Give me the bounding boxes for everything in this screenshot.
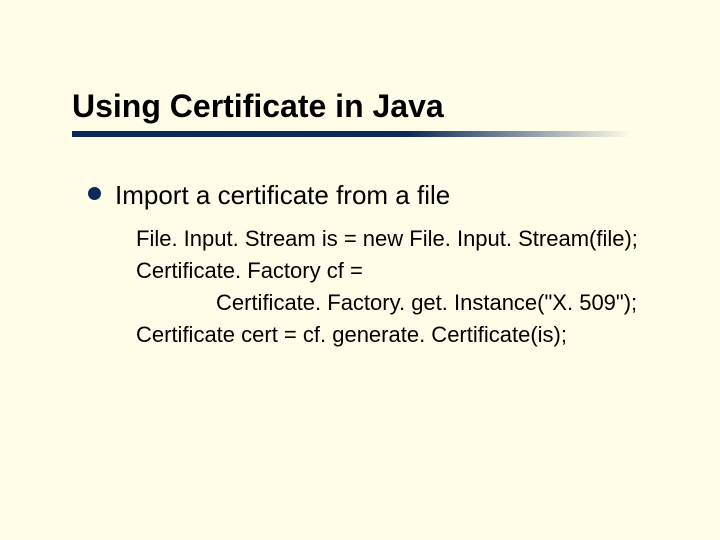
code-block: File. Input. Stream is = new File. Input…	[136, 223, 660, 351]
title-underline	[72, 131, 632, 137]
code-line-3: Certificate. Factory. get. Instance("X. …	[136, 287, 660, 319]
bullet-icon	[88, 187, 101, 200]
code-line-4: Certificate cert = cf. generate. Certifi…	[136, 319, 660, 351]
bullet-text: Import a certificate from a file	[115, 180, 450, 211]
bullet-item: Import a certificate from a file	[88, 180, 660, 211]
code-line-1: File. Input. Stream is = new File. Input…	[136, 223, 660, 255]
code-line-2: Certificate. Factory cf =	[136, 255, 660, 287]
title-block: Using Certificate in Java	[72, 88, 680, 137]
slide: Using Certificate in Java Import a certi…	[0, 0, 720, 540]
slide-body: Import a certificate from a file File. I…	[88, 180, 660, 351]
slide-title: Using Certificate in Java	[72, 88, 680, 127]
